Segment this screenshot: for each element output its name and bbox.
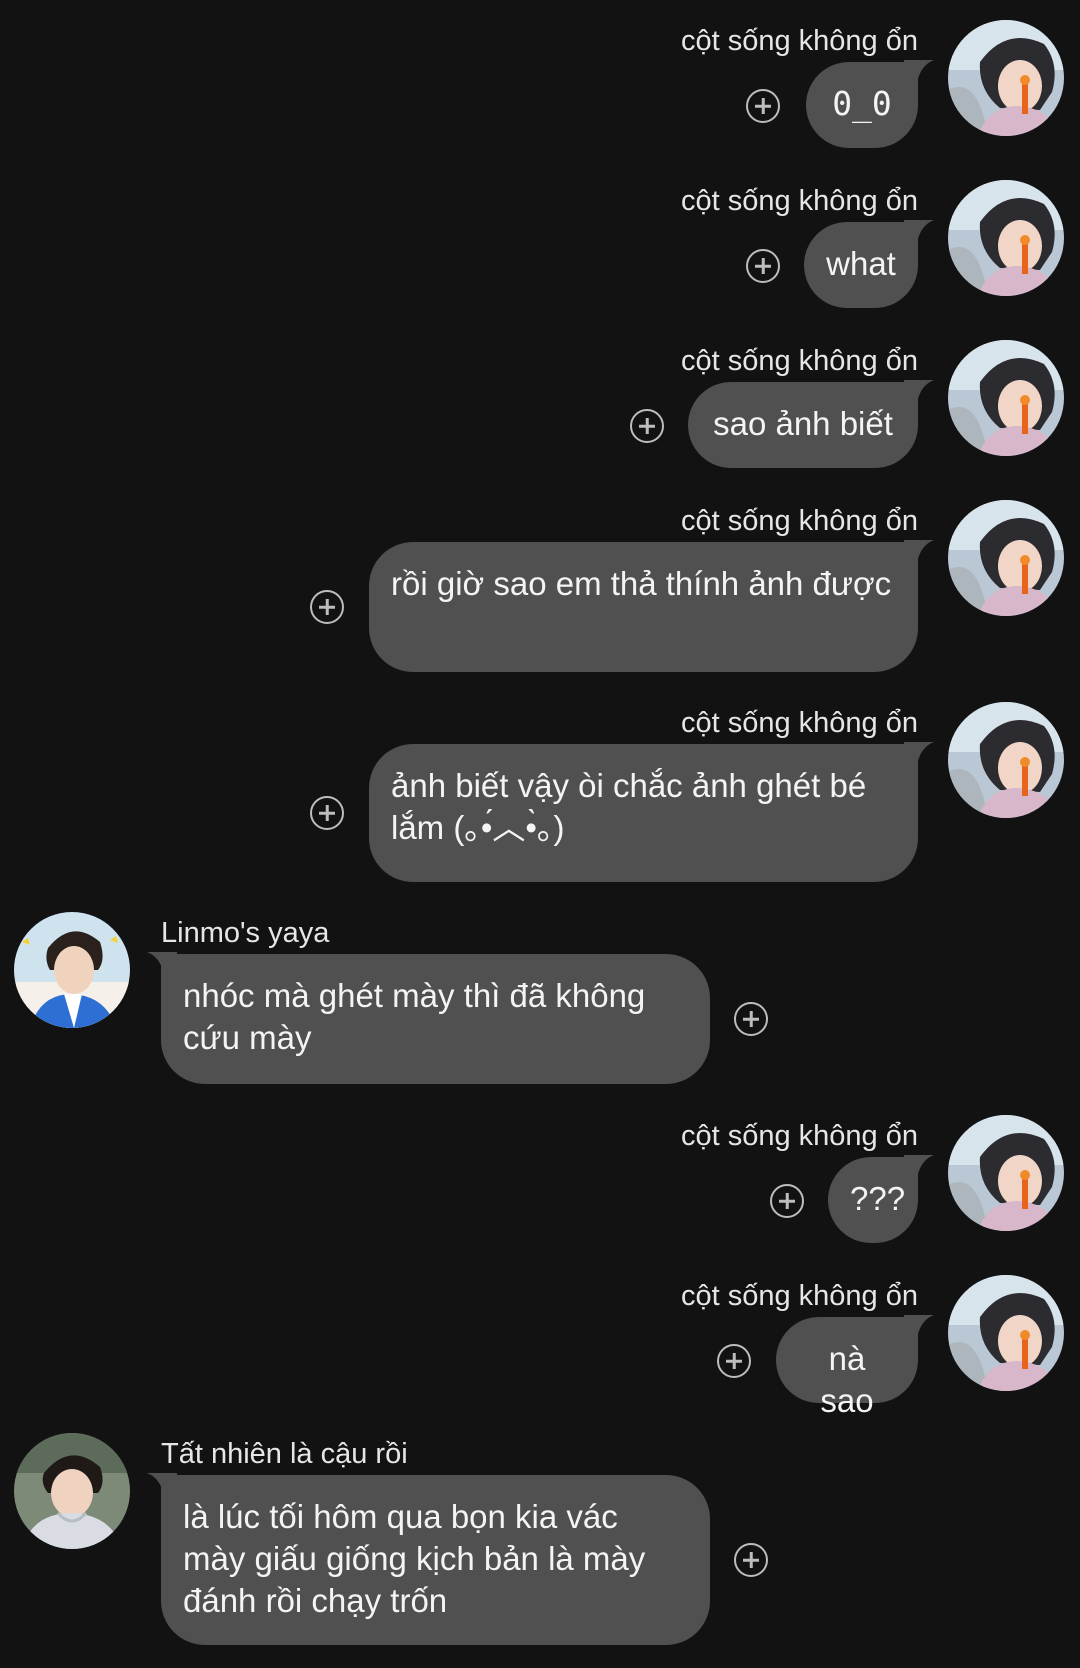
message-outgoing: cột sống không ổn ảnh biết vậy òi chắc ả… <box>0 682 1080 882</box>
message-outgoing: cột sống không ổn what <box>0 160 1080 310</box>
avatar[interactable] <box>948 1115 1064 1231</box>
avatar[interactable] <box>14 912 130 1028</box>
bubble-tail <box>904 1155 934 1185</box>
avatar[interactable] <box>948 702 1064 818</box>
sender-name: Linmo's yaya <box>161 917 330 949</box>
add-reaction-icon[interactable] <box>746 249 780 283</box>
bubble-tail <box>147 1473 177 1503</box>
bubble-tail <box>904 540 934 570</box>
bubble-tail <box>904 742 934 772</box>
message-bubble[interactable]: sao ảnh biết <box>688 382 918 468</box>
message-outgoing: cột sống không ổn 0_0 <box>0 0 1080 150</box>
message-bubble[interactable]: ảnh biết vậy òi chắc ảnh ghét bé lắm (｡•… <box>369 744 918 882</box>
add-reaction-icon[interactable] <box>770 1184 804 1218</box>
avatar[interactable] <box>14 1433 130 1549</box>
bubble-tail <box>147 952 177 982</box>
sender-name: Tất nhiên là cậu rồi <box>161 1438 408 1470</box>
message-incoming: Linmo's yaya nhóc mà ghét mày thì đã khô… <box>0 892 1080 1092</box>
sender-name: cột sống không ổn <box>680 707 918 739</box>
avatar[interactable] <box>948 20 1064 136</box>
message-incoming: Tất nhiên là cậu rồi là lúc tối hôm qua … <box>0 1413 1080 1668</box>
bubble-tail <box>904 380 934 410</box>
bubble-tail <box>904 1315 934 1345</box>
avatar[interactable] <box>948 340 1064 456</box>
bubble-tail <box>904 60 934 90</box>
sender-name: cột sống không ổn <box>680 1120 918 1152</box>
message-bubble[interactable]: 0_0 <box>806 62 918 148</box>
sender-name: cột sống không ổn <box>680 185 918 217</box>
avatar[interactable] <box>948 1275 1064 1391</box>
chat-thread: cột sống không ổn 0_0 cột sống không ổn … <box>0 0 1080 1668</box>
add-reaction-icon[interactable] <box>310 590 344 624</box>
message-outgoing: cột sống không ổn rồi giờ sao em thả thí… <box>0 480 1080 680</box>
add-reaction-icon[interactable] <box>717 1344 751 1378</box>
sender-name: cột sống không ổn <box>680 25 918 57</box>
add-reaction-icon[interactable] <box>630 409 664 443</box>
avatar[interactable] <box>948 180 1064 296</box>
add-reaction-icon[interactable] <box>734 1002 768 1036</box>
sender-name: cột sống không ổn <box>680 1280 918 1312</box>
message-bubble[interactable]: rồi giờ sao em thả thính ảnh được <box>369 542 918 672</box>
avatar[interactable] <box>948 500 1064 616</box>
add-reaction-icon[interactable] <box>746 89 780 123</box>
message-bubble[interactable]: nhóc mà ghét mày thì đã không cứu mày <box>161 954 710 1084</box>
sender-name: cột sống không ổn <box>680 505 918 537</box>
message-outgoing: cột sống không ổn nà sao <box>0 1255 1080 1419</box>
message-outgoing: cột sống không ổn sao ảnh biết <box>0 320 1080 470</box>
message-bubble[interactable]: what <box>804 222 918 308</box>
message-bubble[interactable]: nà sao <box>776 1317 918 1419</box>
add-reaction-icon[interactable] <box>734 1543 768 1577</box>
message-bubble[interactable]: là lúc tối hôm qua bọn kia vác mày giấu … <box>161 1475 710 1645</box>
message-outgoing: cột sống không ổn ??? <box>0 1095 1080 1245</box>
add-reaction-icon[interactable] <box>310 796 344 830</box>
sender-name: cột sống không ổn <box>680 345 918 377</box>
bubble-tail <box>904 220 934 250</box>
